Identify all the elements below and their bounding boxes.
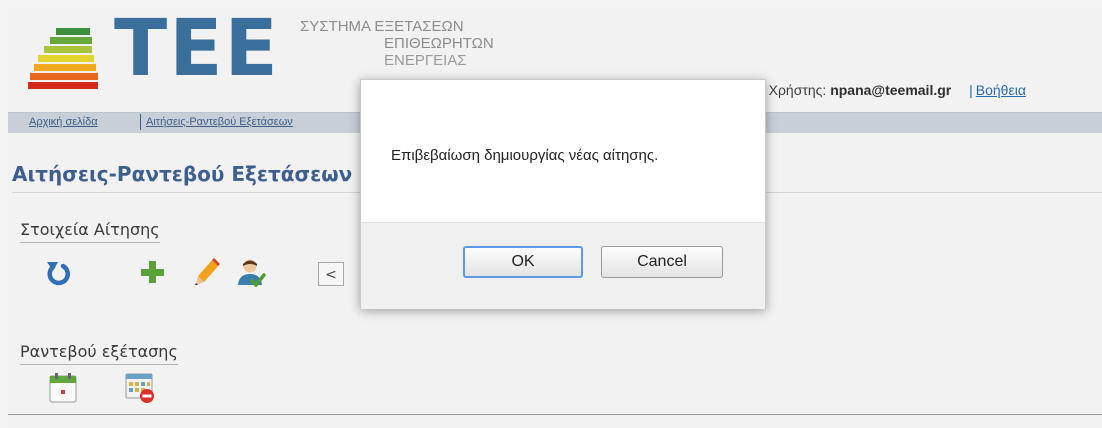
help-link[interactable]: Βοήθεια	[976, 82, 1026, 98]
user-icon[interactable]	[236, 257, 266, 288]
nav-home-link[interactable]: Αρχική σελίδα	[29, 116, 98, 128]
help-separator: |	[969, 82, 973, 98]
system-title: ΣΥΣΤΗΜΑ ΕΞΕΤΑΣΕΩΝ ΕΠΙΘΕΩΡΗΤΩΝ ΕΝΕΡΓΕΙΑΣ	[300, 18, 520, 69]
cancel-button[interactable]: Cancel	[601, 246, 723, 278]
system-title-line-1: ΣΥΣΤΗΜΑ ΕΞΕΤΑΣΕΩΝ	[300, 18, 464, 35]
ok-button[interactable]: OK	[463, 246, 583, 278]
confirm-dialog: Επιβεβαίωση δημιουργίας νέας αίτησης. OK…	[360, 79, 766, 309]
logo-text: TEE	[114, 4, 280, 94]
section-appointment-label: Ραντεβού εξέτασης	[20, 342, 178, 365]
refresh-icon[interactable]	[44, 258, 72, 286]
calendar-delete-icon[interactable]	[124, 372, 154, 403]
app-window: TEE ΣΥΣΤΗΜΑ ΕΞΕΤΑΣΕΩΝ ΕΠΙΘΕΩΡΗΤΩΝ ΕΝΕΡΓΕ…	[0, 0, 1102, 428]
calendar-icon[interactable]	[48, 372, 77, 403]
system-title-line-3: ΕΝΕΡΓΕΙΑΣ	[384, 52, 467, 69]
page-title: Αιτήσεις-Ραντεβού Εξετάσεων	[12, 162, 353, 186]
prev-button[interactable]: <	[318, 262, 344, 286]
add-icon[interactable]	[138, 258, 166, 286]
edit-icon[interactable]	[194, 256, 222, 285]
tee-logo: TEE	[28, 10, 278, 96]
nav-separator	[140, 114, 141, 130]
energy-stripes-icon	[28, 28, 98, 92]
dialog-message: Επιβεβαίωση δημιουργίας νέας αίτησης.	[391, 147, 659, 164]
nav-applications-link[interactable]: Αιτήσεις-Ραντεβού Εξετάσεων	[146, 116, 293, 128]
section-application-label: Στοιχεία Αίτησης	[20, 220, 160, 243]
user-email: npana@teemail.gr	[830, 82, 952, 98]
content-divider	[8, 414, 1102, 415]
system-title-line-2: ΕΠΙΘΕΩΡΗΤΩΝ	[384, 35, 494, 52]
